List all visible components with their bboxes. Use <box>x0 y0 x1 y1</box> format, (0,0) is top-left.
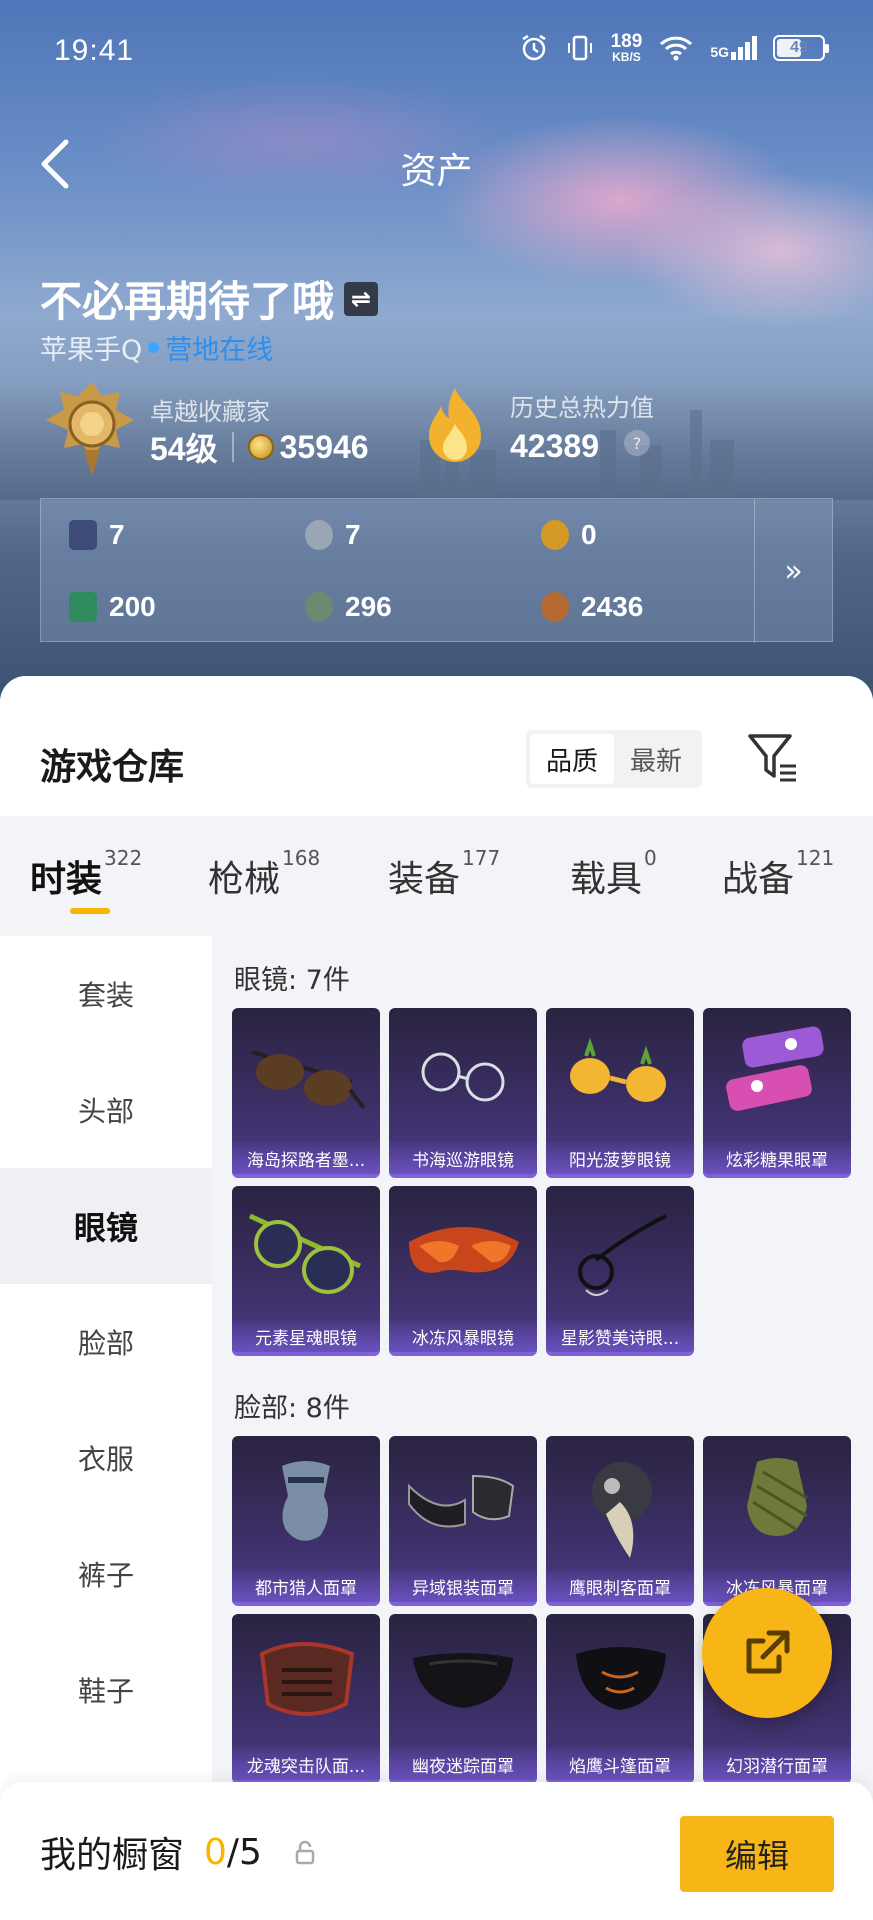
filter-icon[interactable] <box>746 730 800 786</box>
candy-eye-mask-icon <box>726 1026 824 1111</box>
currency-item: 7 <box>69 519 125 551</box>
sort-quality-button[interactable]: 品质 <box>530 734 615 784</box>
sort-latest-button[interactable]: 最新 <box>614 734 698 784</box>
edit-button[interactable]: 编辑 <box>680 1816 834 1892</box>
tab-equipment[interactable]: 装备177 <box>388 846 500 902</box>
hawk-mask-icon <box>576 1647 666 1710</box>
tab-fashion[interactable]: 时装322 <box>30 846 142 902</box>
network-speed: 189 KB/S <box>610 31 643 64</box>
item-card[interactable]: 星影赞美诗眼... <box>546 1186 694 1356</box>
currency-item: 2436 <box>541 591 643 623</box>
item-card[interactable]: 元素星魂眼镜 <box>232 1186 380 1356</box>
dragon-mask-icon <box>259 1642 355 1716</box>
page-title: 资产 <box>400 151 473 192</box>
silver-coin-icon <box>305 520 333 550</box>
status-time: 19:41 <box>54 34 135 67</box>
silver-mask-icon <box>408 1474 515 1528</box>
item-card[interactable]: 海岛探路者墨... <box>232 1008 380 1178</box>
sidebar-item-glasses[interactable]: 眼镜 <box>0 1168 212 1284</box>
bronze-coin-icon <box>541 592 569 622</box>
item-card[interactable]: 鹰眼刺客面罩 <box>546 1436 694 1606</box>
round-glasses-icon <box>421 1052 505 1102</box>
section-title-face: 脸部: 8件 <box>234 1393 350 1424</box>
scarf-mask-icon <box>747 1458 808 1536</box>
sidebar-item-head[interactable]: 头部 <box>0 1052 212 1168</box>
player-level: 54级 <box>150 431 218 467</box>
vibrate-icon <box>567 35 592 61</box>
item-card[interactable]: 阳光菠萝眼镜 <box>546 1008 694 1178</box>
tab-vehicles[interactable]: 载具0 <box>570 846 657 902</box>
player-name: 不必再期待了哦 ⇌ <box>40 268 379 329</box>
item-grid: 眼镜: 7件 海岛探路者墨... 书海巡游眼镜 阳光菠萝眼镜 炫彩糖果眼罩 元素… <box>212 936 873 1920</box>
flame-icon <box>429 388 481 462</box>
category-tabs: 时装322 枪械168 装备177 载具0 战备121 <box>0 816 873 936</box>
bandana-mask-icon <box>282 1461 330 1541</box>
share-icon <box>746 1630 790 1674</box>
battery-icon: 49 <box>773 35 829 61</box>
warehouse-panel: 游戏仓库 品质 最新 时装322 枪械168 装备177 载具0 战备121 套… <box>0 676 873 1920</box>
currency-item: 0 <box>541 519 597 551</box>
rank-label: 卓越收藏家 <box>150 398 270 426</box>
item-card[interactable]: 冰冻风暴面罩 <box>703 1436 851 1606</box>
sidebar-item-face[interactable]: 脸部 <box>0 1284 212 1400</box>
switch-account-icon[interactable]: ⇌ <box>344 281 379 316</box>
heat-label: 历史总热力值 <box>510 394 654 422</box>
lock-icon <box>295 1840 315 1865</box>
sunglasses-icon <box>251 1050 366 1110</box>
night-mask-icon <box>413 1653 513 1708</box>
currency-item: 200 <box>69 591 156 623</box>
category-sidebar: 套装 头部 眼镜 脸部 衣服 裤子 鞋子 <box>0 936 212 1920</box>
item-card[interactable]: 冰冻风暴眼镜 <box>389 1186 537 1356</box>
item-card[interactable]: 书海巡游眼镜 <box>389 1008 537 1178</box>
currency-item: 296 <box>305 591 392 623</box>
currency-item: 7 <box>305 519 361 551</box>
collector-coin-icon <box>247 434 274 460</box>
monocle-icon <box>578 1214 667 1296</box>
tab-guns[interactable]: 枪械168 <box>208 846 320 902</box>
sidebar-item-clothes[interactable]: 衣服 <box>0 1400 212 1516</box>
item-card[interactable]: 龙魂突击队面... <box>232 1614 380 1784</box>
item-card[interactable]: 炫彩糖果眼罩 <box>703 1008 851 1178</box>
cell-signal-icon: 5G <box>710 36 757 60</box>
item-card[interactable]: 焰鹰斗篷面罩 <box>546 1614 694 1784</box>
warehouse-header: 游戏仓库 品质 最新 <box>0 676 873 816</box>
green-card-icon <box>69 592 97 622</box>
plague-mask-icon <box>592 1462 652 1558</box>
pineapple-glasses-icon <box>570 1037 666 1102</box>
wifi-icon <box>660 36 693 61</box>
sidebar-item-pants[interactable]: 裤子 <box>0 1516 212 1632</box>
currency-panel: 7 7 0 200 296 2436 » <box>40 498 833 643</box>
tab-supplies[interactable]: 战备121 <box>722 846 834 902</box>
showcase-count: 0/5 <box>204 1831 262 1873</box>
collector-medal-icon <box>46 382 134 476</box>
currency-more-button[interactable]: » <box>754 499 832 643</box>
warehouse-title: 游戏仓库 <box>40 747 185 788</box>
dark-card-icon <box>69 520 97 550</box>
item-card[interactable]: 幽夜迷踪面罩 <box>389 1614 537 1784</box>
item-card[interactable]: 异域银装面罩 <box>389 1436 537 1606</box>
player-subline: 苹果手Q 营地在线 <box>40 335 274 366</box>
status-bar: 19:41 189 KB/S 5G 49 <box>0 0 873 100</box>
active-tab-indicator <box>70 908 110 914</box>
rank-stats: 54级 35946 <box>150 424 369 470</box>
collector-points: 35946 <box>279 428 369 465</box>
heat-value: 42389 <box>510 428 599 464</box>
item-card[interactable]: 都市猎人面罩 <box>232 1436 380 1606</box>
showcase-bar: 我的橱窗 0/5 编辑 <box>0 1782 873 1920</box>
online-dot-icon <box>148 342 160 353</box>
sidebar-item-suits[interactable]: 套装 <box>0 936 212 1052</box>
ice-storm-glasses-icon <box>409 1227 519 1273</box>
green-coin-icon <box>305 592 333 622</box>
share-button[interactable] <box>702 1588 832 1718</box>
gold-coin-icon <box>541 520 569 550</box>
showcase-label: 我的橱窗 0/5 <box>40 1826 316 1878</box>
help-icon[interactable]: ? <box>624 430 650 456</box>
sidebar-item-shoes[interactable]: 鞋子 <box>0 1632 212 1748</box>
sort-toggle: 品质 最新 <box>526 730 703 788</box>
alarm-icon <box>521 34 546 61</box>
element-glasses-icon <box>248 1213 362 1294</box>
section-title-glasses: 眼镜: 7件 <box>234 965 350 996</box>
